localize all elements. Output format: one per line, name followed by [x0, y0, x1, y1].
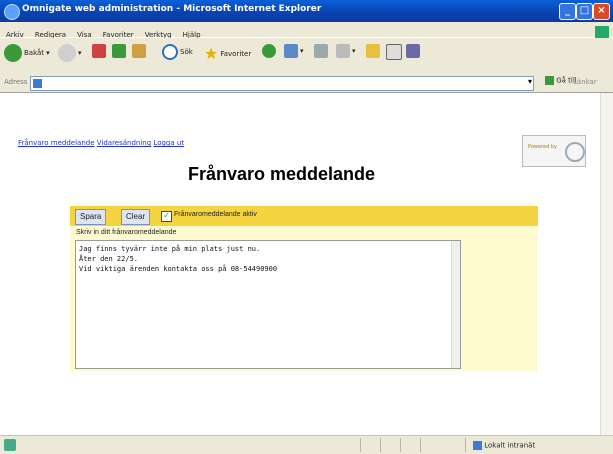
forward-button[interactable]: ▾ [58, 44, 82, 62]
maximize-button[interactable]: □ [576, 3, 593, 20]
page-title: Frånvaro meddelande [188, 164, 376, 184]
vendor-logo-icon [565, 142, 585, 162]
page-icon [33, 79, 42, 88]
folder-icon [366, 44, 380, 58]
stop-icon [92, 44, 106, 58]
dropdown-arrow-icon: ▾ [300, 47, 304, 55]
powered-by-text: Powered by [528, 144, 557, 150]
dropdown-arrow-icon: ▾ [46, 49, 50, 57]
absence-form: Spara Clear ✓ Frånvaromeddelande aktiv S… [70, 206, 538, 371]
page-content: Powered by Frånvaro meddelande Vidaresän… [0, 93, 600, 435]
ie-icon [4, 4, 20, 20]
status-divider [420, 438, 421, 452]
address-bar: Adress ▾ Gå till Länkar [0, 74, 613, 93]
minimize-button[interactable]: _ [559, 3, 576, 20]
print-icon [314, 44, 328, 58]
close-button[interactable]: × [593, 3, 610, 20]
windows-logo-icon [595, 26, 609, 38]
message-prompt: Skriv in ditt frånvaromeddelande [76, 229, 177, 236]
refresh-icon [112, 44, 126, 58]
active-checkbox[interactable]: ✓ [161, 211, 172, 222]
search-button[interactable]: Sök [162, 44, 193, 60]
menu-bar: Arkiv Redigera Visa Favoriter Verktyg Hj… [0, 22, 613, 39]
status-divider [380, 438, 381, 452]
security-zone: Lokalt intranät [473, 441, 535, 450]
forward-arrow-icon [58, 44, 76, 62]
folder-button[interactable] [366, 44, 380, 58]
active-checkbox-label: Frånvaromeddelande aktiv [174, 211, 257, 218]
form-toolbar: Spara Clear ✓ Frånvaromeddelande aktiv [70, 206, 538, 226]
clear-button[interactable]: Clear [121, 209, 151, 225]
edit-icon [336, 44, 350, 58]
dropdown-arrow-icon: ▾ [352, 47, 356, 55]
favorites-button[interactable]: ★ Favoriter [204, 44, 251, 63]
refresh-button[interactable] [112, 44, 126, 58]
back-button[interactable]: Bakåt ▾ [4, 44, 50, 62]
address-dropdown-icon[interactable]: ▾ [528, 77, 532, 86]
history-icon [262, 44, 276, 58]
back-arrow-icon [4, 44, 22, 62]
history-button[interactable] [262, 44, 276, 58]
go-arrow-icon [545, 76, 554, 85]
status-divider [360, 438, 361, 452]
status-divider [400, 438, 401, 452]
links-button[interactable]: Länkar [573, 78, 597, 86]
toolbar: Bakåt ▾ ▾ Sök ★ Favoriter ▾ ▾ [0, 38, 613, 75]
search-icon [162, 44, 178, 60]
nav-link-logga-ut[interactable]: Logga ut [153, 139, 184, 147]
page-done-icon [4, 439, 16, 451]
powered-by-badge: Powered by [522, 135, 586, 167]
nav-link-vidaresandning[interactable]: Vidaresändning [97, 139, 151, 147]
home-button[interactable] [132, 44, 146, 58]
address-input[interactable]: ▾ [30, 76, 534, 91]
favorites-label: Favoriter [220, 49, 252, 58]
status-divider [465, 438, 466, 452]
mail-icon [284, 44, 298, 58]
intranet-icon [473, 441, 482, 450]
textarea-scrollbar[interactable] [451, 241, 460, 368]
window-icon [386, 44, 402, 60]
message-text: Jag finns tyvärr inte på min plats just … [79, 245, 278, 273]
nav-link-franvaro[interactable]: Frånvaro meddelande [18, 139, 95, 147]
back-label: Bakåt [24, 49, 45, 57]
zone-label: Lokalt intranät [484, 441, 536, 450]
title-bar: Omnigate web administration - Microsoft … [0, 0, 613, 22]
mail-button[interactable]: ▾ [284, 44, 304, 58]
messenger-icon [406, 44, 420, 58]
nav-links: Frånvaro meddelande Vidaresändning Logga… [18, 139, 184, 147]
search-label: Sök [180, 48, 193, 56]
window-button[interactable] [386, 44, 402, 60]
window-title: Omnigate web administration - Microsoft … [22, 4, 322, 14]
save-button[interactable]: Spara [75, 209, 107, 225]
edit-button[interactable]: ▾ [336, 44, 356, 58]
page-scrollbar[interactable] [600, 93, 613, 435]
print-button[interactable] [314, 44, 328, 58]
status-bar: Lokalt intranät [0, 435, 613, 454]
address-label: Adress [4, 78, 28, 86]
stop-button[interactable] [92, 44, 106, 58]
browser-window: Omnigate web administration - Microsoft … [0, 0, 613, 454]
home-icon [132, 44, 146, 58]
message-textarea[interactable]: Jag finns tyvärr inte på min plats just … [75, 240, 461, 369]
go-button[interactable]: Gå till [545, 76, 577, 85]
dropdown-arrow-icon: ▾ [78, 49, 82, 57]
messenger-button[interactable] [406, 44, 420, 58]
star-icon: ★ [204, 44, 219, 63]
